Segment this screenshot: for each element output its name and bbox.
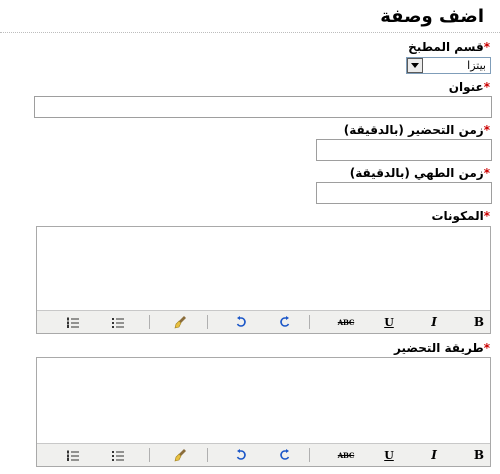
method-label-text: طريقة التحضير <box>394 341 484 355</box>
undo-icon[interactable] <box>276 314 294 330</box>
redo-icon[interactable] <box>232 447 250 463</box>
ingredients-textarea[interactable] <box>37 227 490 310</box>
toolbar-separator <box>207 315 208 329</box>
toolbar-separator <box>207 448 208 462</box>
bold-icon[interactable]: B <box>470 314 488 330</box>
italic-icon[interactable]: I <box>425 447 443 463</box>
required-mark: * <box>483 209 490 223</box>
method-label: *طريقة التحضير <box>394 341 490 355</box>
category-label-text: قسم المطبخ <box>408 40 484 54</box>
title-label-text: عنوان <box>448 80 484 94</box>
bold-icon[interactable]: B <box>470 447 488 463</box>
bullet-list-icon[interactable] <box>109 314 127 330</box>
prep-time-label: *زمن التحضير (بالدقيقة) <box>344 123 490 137</box>
category-select[interactable]: بيتزا <box>406 57 491 74</box>
category-selected-value: بيتزا <box>467 59 486 72</box>
ingredients-editor: B I U ABC <box>36 226 491 334</box>
required-mark: * <box>483 123 490 137</box>
cook-time-input[interactable] <box>316 182 492 204</box>
title-label: *عنوان <box>449 80 490 94</box>
prep-time-label-text: زمن التحضير (بالدقيقة) <box>343 123 484 137</box>
italic-icon[interactable]: I <box>425 314 443 330</box>
numbered-list-icon[interactable] <box>64 314 82 330</box>
cook-time-label-text: زمن الطهي (بالدقيقة) <box>349 166 484 180</box>
toolbar-separator <box>149 448 150 462</box>
undo-icon[interactable] <box>276 447 294 463</box>
title-input[interactable] <box>34 96 492 118</box>
numbered-list-icon[interactable] <box>64 447 82 463</box>
underline-icon[interactable]: U <box>380 314 398 330</box>
required-mark: * <box>483 341 490 355</box>
ingredients-label: *المكونات <box>431 209 490 223</box>
method-editor: B I U ABC <box>36 357 491 467</box>
ingredients-label-text: المكونات <box>431 209 484 223</box>
required-mark: * <box>483 80 490 94</box>
toolbar-separator <box>149 315 150 329</box>
prep-time-input[interactable] <box>316 139 492 161</box>
cleanup-icon[interactable] <box>172 314 190 330</box>
cook-time-label: *زمن الطهي (بالدقيقة) <box>350 166 490 180</box>
strikethrough-icon[interactable]: ABC <box>337 314 355 330</box>
strikethrough-icon[interactable]: ABC <box>337 447 355 463</box>
ingredients-toolbar: B I U ABC <box>37 310 490 333</box>
method-textarea[interactable] <box>37 358 490 443</box>
required-mark: * <box>483 166 490 180</box>
redo-icon[interactable] <box>232 314 250 330</box>
method-toolbar: B I U ABC <box>37 443 490 466</box>
title-divider <box>0 32 500 33</box>
page-title: اضف وصفة <box>380 6 484 27</box>
chevron-down-icon[interactable] <box>407 58 423 73</box>
bullet-list-icon[interactable] <box>109 447 127 463</box>
underline-icon[interactable]: U <box>380 447 398 463</box>
cleanup-icon[interactable] <box>172 447 190 463</box>
required-mark: * <box>483 40 490 54</box>
toolbar-separator <box>309 315 310 329</box>
category-label: *قسم المطبخ <box>408 40 490 54</box>
toolbar-separator <box>309 448 310 462</box>
